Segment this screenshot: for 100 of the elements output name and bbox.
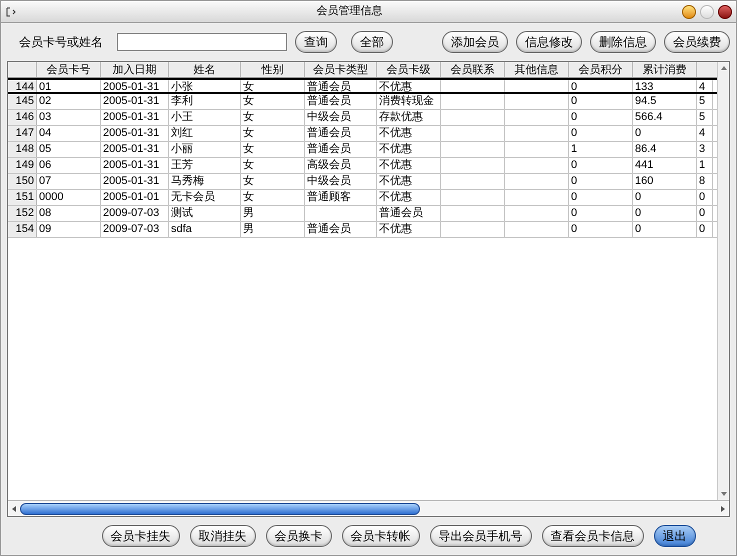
table-row[interactable]: 151 0000 2005-01-01 无卡会员 女 普通顾客 不优惠 0 0 0 xyxy=(8,190,717,206)
column-header[interactable]: 性别 xyxy=(241,62,305,77)
table-cell: 2005-01-31 xyxy=(103,95,160,107)
table-row[interactable]: 144 01 2005-01-31 小张 女 普通会员 不优惠 0 133 4 xyxy=(8,78,717,94)
table-cell: 08 xyxy=(39,207,52,219)
table-row[interactable]: 150 07 2005-01-31 马秀梅 女 中级会员 不优惠 0 160 8 xyxy=(8,174,717,190)
table-cell: 2009-07-03 xyxy=(103,207,160,219)
table-cell: 普通顾客 xyxy=(307,191,351,203)
table-cell: 06 xyxy=(39,159,52,171)
table-cell: 女 xyxy=(243,191,254,203)
scroll-thumb[interactable] xyxy=(20,502,420,514)
column-header[interactable]: 会员联系 xyxy=(441,62,505,77)
exit-button[interactable]: 退出 xyxy=(654,525,696,547)
table-cell: 0 xyxy=(699,191,706,203)
table-cell: 09 xyxy=(39,223,52,235)
table-row[interactable]: 149 06 2005-01-31 王芳 女 高级会员 不优惠 0 441 1 xyxy=(8,158,717,174)
table-cell: 03 xyxy=(39,111,52,123)
table-cell: 消费转现金 xyxy=(379,95,434,107)
horizontal-scrollbar[interactable] xyxy=(8,500,729,516)
table-cell: 0 xyxy=(635,223,642,235)
column-header[interactable]: 会员卡级 xyxy=(377,62,441,77)
table-cell: 女 xyxy=(243,127,254,139)
table-cell: 2005-01-31 xyxy=(103,111,160,123)
table-cell: 普通会员 xyxy=(379,207,423,219)
show-all-button[interactable]: 全部 xyxy=(351,31,393,53)
table-cell: 小王 xyxy=(171,111,193,123)
table-cell: 160 xyxy=(635,175,654,187)
table-cell: 4 xyxy=(699,81,706,93)
search-field[interactable] xyxy=(117,33,287,51)
query-button[interactable]: 查询 xyxy=(295,31,337,53)
table-row[interactable]: 154 09 2009-07-03 sdfa 男 普通会员 不优惠 0 0 0 xyxy=(8,222,717,238)
row-number: 150 xyxy=(8,174,37,189)
table-cell: 中级会员 xyxy=(307,175,351,187)
table-cell: 男 xyxy=(243,223,254,235)
table-cell: 1 xyxy=(699,159,706,171)
table-cell: 02 xyxy=(39,95,52,107)
column-header[interactable]: 姓名 xyxy=(169,62,241,77)
table-cell: 男 xyxy=(243,207,254,219)
table-cell: 566.4 xyxy=(635,111,663,123)
table-cell: 不优惠 xyxy=(379,127,412,139)
table-row[interactable]: 147 04 2005-01-31 刘红 女 普通会员 不优惠 0 0 4 xyxy=(8,126,717,142)
table-cell: 07 xyxy=(39,175,52,187)
table-cell: 王芳 xyxy=(171,159,193,171)
table-cell: 0 xyxy=(571,111,578,123)
table-cell: 0 xyxy=(571,81,578,93)
table-cell: 133 xyxy=(635,81,654,93)
table-row[interactable]: 146 03 2005-01-31 小王 女 中级会员 存款优惠 0 566.4 5 xyxy=(8,110,717,126)
table-cell: 1 xyxy=(571,143,578,155)
table-cell: 女 xyxy=(243,95,254,107)
table-cell: 8 xyxy=(699,175,706,187)
column-header[interactable]: 会员积分 xyxy=(569,62,633,77)
table-cell: 普通会员 xyxy=(307,81,351,93)
window-title: 会员管理信息 xyxy=(316,4,384,20)
minimize-button[interactable] xyxy=(682,4,696,18)
column-header[interactable]: 会员卡号 xyxy=(37,62,101,77)
table-cell: 小丽 xyxy=(171,143,193,155)
column-header[interactable]: 加入日期 xyxy=(101,62,169,77)
toolbar-button[interactable]: 会员续费 xyxy=(664,31,730,53)
action-button[interactable]: 会员换卡 xyxy=(266,525,332,547)
scroll-up-icon[interactable] xyxy=(720,64,728,72)
table-cell: 441 xyxy=(635,159,654,171)
row-number: 147 xyxy=(8,126,37,141)
table-cell: 不优惠 xyxy=(379,223,412,235)
app-icon xyxy=(5,6,17,18)
action-button[interactable]: 会员卡挂失 xyxy=(102,525,180,547)
table-row[interactable]: 152 08 2009-07-03 测试 男 普通会员 0 0 0 xyxy=(8,206,717,222)
table-cell: 2005-01-31 xyxy=(103,159,160,171)
table-cell: 女 xyxy=(243,143,254,155)
action-button[interactable]: 导出会员手机号 xyxy=(430,525,532,547)
table-cell: 0 xyxy=(635,207,642,219)
table-cell: sdfa xyxy=(171,223,192,235)
column-header[interactable]: 其他信息 xyxy=(505,62,569,77)
column-header[interactable]: 累计消费 xyxy=(633,62,697,77)
table-row[interactable]: 145 02 2005-01-31 李利 女 普通会员 消费转现金 0 94.5 5 xyxy=(8,94,717,110)
table-cell: 0 xyxy=(571,127,578,139)
table-cell: 5 xyxy=(699,111,706,123)
row-number: 146 xyxy=(8,110,37,125)
table-cell: 2005-01-31 xyxy=(103,81,160,93)
close-button[interactable] xyxy=(718,4,732,18)
toolbar-button[interactable]: 添加会员 xyxy=(442,31,508,53)
toolbar-button[interactable]: 删除信息 xyxy=(590,31,656,53)
table-cell: 无卡会员 xyxy=(171,191,215,203)
row-number: 151 xyxy=(8,190,37,205)
table-cell: 2005-01-31 xyxy=(103,175,160,187)
action-button[interactable]: 取消挂失 xyxy=(190,525,256,547)
action-button[interactable]: 查看会员卡信息 xyxy=(542,525,644,547)
table-cell: 女 xyxy=(243,81,254,93)
scroll-left-icon[interactable] xyxy=(10,504,18,512)
table-cell: 刘红 xyxy=(171,127,193,139)
toolbar-button[interactable]: 信息修改 xyxy=(516,31,582,53)
action-button[interactable]: 会员卡转帐 xyxy=(342,525,420,547)
table-cell: 中级会员 xyxy=(307,111,351,123)
table-cell: 86.4 xyxy=(635,143,656,155)
column-header[interactable]: 会员卡类型 xyxy=(305,62,377,77)
scroll-down-icon[interactable] xyxy=(720,490,728,498)
table-cell: 3 xyxy=(699,143,706,155)
scroll-right-icon[interactable] xyxy=(719,504,727,512)
table-row[interactable]: 148 05 2005-01-31 小丽 女 普通会员 不优惠 1 86.4 3 xyxy=(8,142,717,158)
table-cell: 0 xyxy=(571,207,578,219)
vertical-scrollbar[interactable] xyxy=(717,62,729,500)
